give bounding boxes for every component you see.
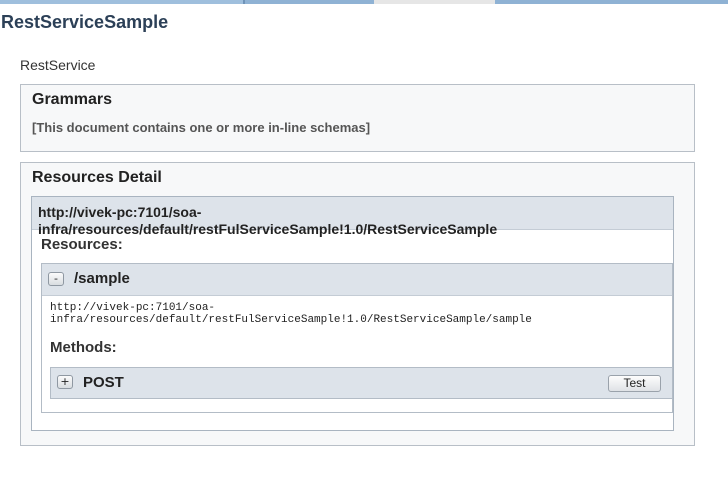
base-resource-url: http://vivek-pc:7101/soa-infra/resources…: [38, 204, 498, 237]
test-button[interactable]: Test: [608, 375, 661, 392]
resource-header: - /sample: [42, 264, 672, 296]
resources-detail-panel: Resources Detail http://vivek-pc:7101/so…: [20, 162, 695, 446]
resource-box: - /sample http://vivek-pc:7101/soa-infra…: [41, 263, 673, 413]
top-tab-strip: [0, 0, 728, 4]
expand-method-button[interactable]: +: [57, 375, 73, 389]
resources-label: Resources:: [41, 236, 123, 253]
resource-path: /sample: [74, 270, 130, 287]
tab-strip-active-segment: [374, 0, 495, 4]
tab-strip-segment: [0, 0, 243, 4]
resources-detail-title: Resources Detail: [32, 169, 162, 186]
base-resource-header: http://vivek-pc:7101/soa-infra/resources…: [32, 197, 673, 237]
grammars-panel: Grammars [This document contains one or …: [20, 84, 695, 152]
method-row: + POST Test: [50, 367, 673, 399]
tab-strip-separator: [243, 0, 245, 4]
collapse-resource-button[interactable]: -: [48, 272, 64, 286]
resource-url: http://vivek-pc:7101/soa-infra/resources…: [50, 302, 532, 326]
page-title: RestServiceSample: [1, 12, 169, 32]
service-name: RestService: [20, 57, 96, 73]
grammars-title: Grammars: [32, 91, 113, 108]
method-name: POST: [83, 374, 124, 391]
base-resource-box: http://vivek-pc:7101/soa-infra/resources…: [31, 196, 674, 431]
grammars-schema-note: [This document contains one or more in-l…: [32, 120, 371, 135]
methods-label: Methods:: [50, 339, 117, 356]
